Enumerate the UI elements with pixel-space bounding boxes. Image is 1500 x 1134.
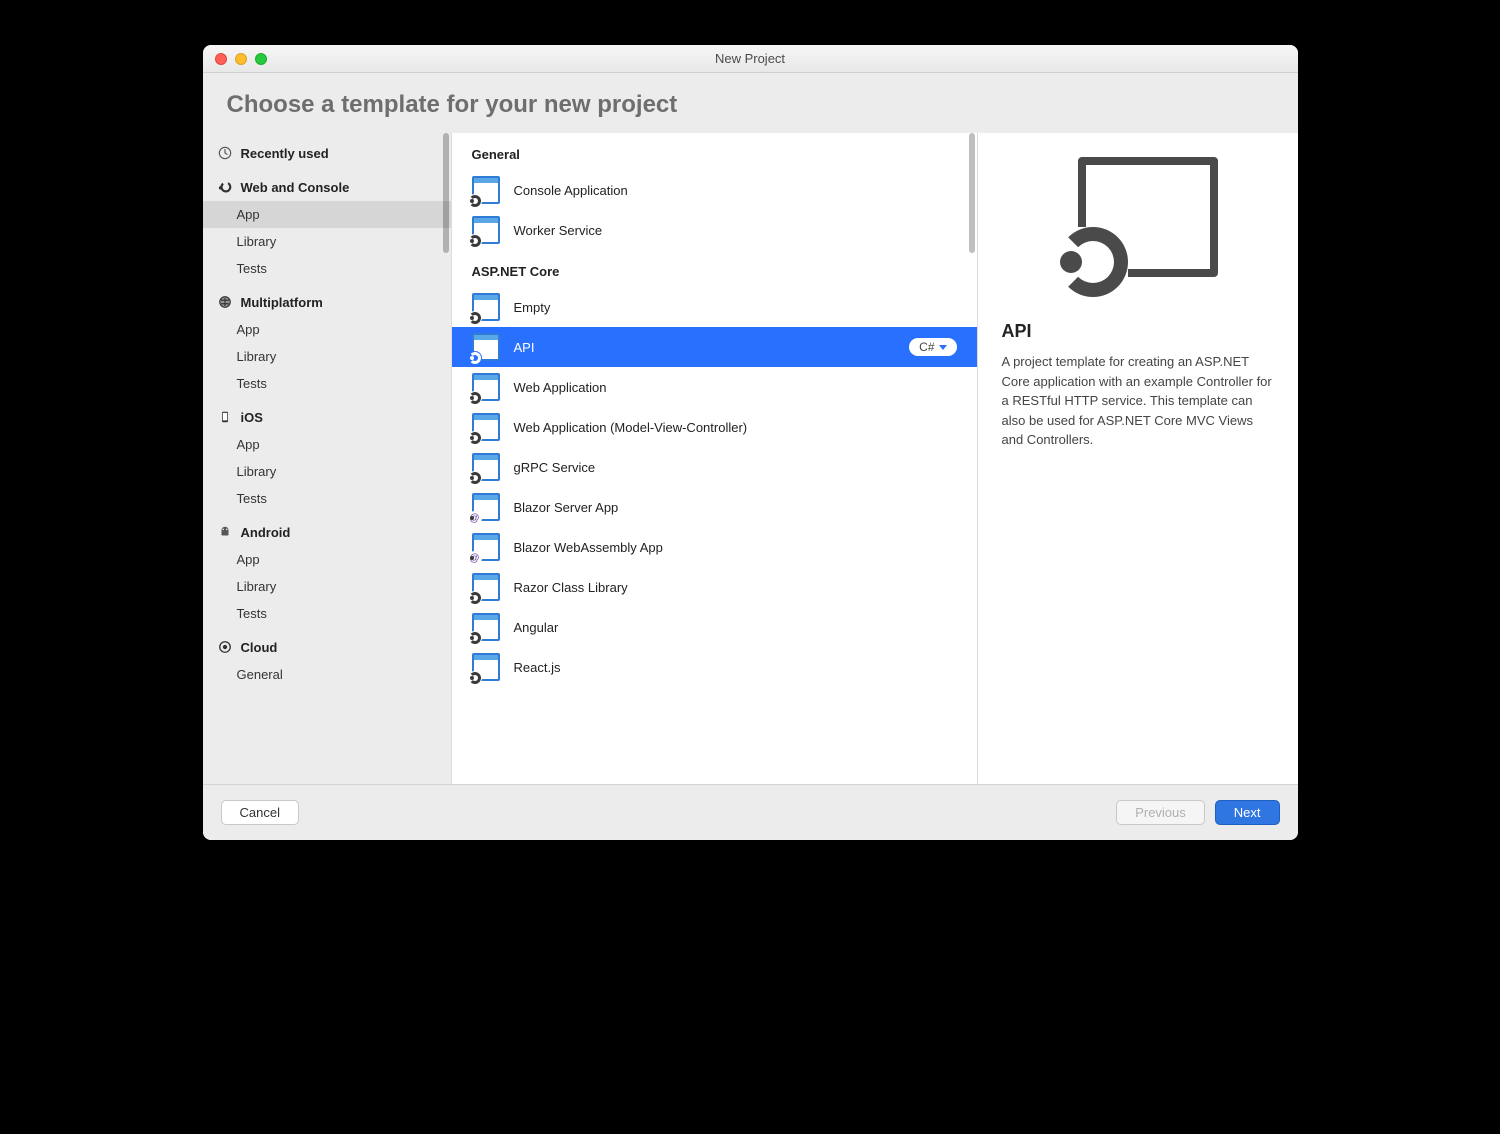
template-grpc-service[interactable]: gRPC Service <box>452 447 977 487</box>
cancel-button[interactable]: Cancel <box>221 800 299 825</box>
next-button[interactable]: Next <box>1215 800 1280 825</box>
template-reactjs[interactable]: React.js <box>452 647 977 687</box>
project-icon <box>472 453 500 481</box>
template-label: Empty <box>514 300 957 315</box>
template-label: Console Application <box>514 183 957 198</box>
template-list: General Console Application Worker Servi… <box>452 133 978 784</box>
sidebar-section-cloud[interactable]: Cloud <box>203 627 451 661</box>
sidebar-item-library[interactable]: Library <box>203 573 451 600</box>
project-icon <box>472 613 500 641</box>
new-project-dialog: New Project Choose a template for your n… <box>203 45 1298 840</box>
category-sidebar: Recently used Web and Console App Librar… <box>203 133 452 784</box>
close-window-button[interactable] <box>215 53 227 65</box>
multiplatform-icon <box>217 294 233 310</box>
template-empty[interactable]: Empty <box>452 287 977 327</box>
dialog-body: Recently used Web and Console App Librar… <box>203 133 1298 784</box>
template-worker-service[interactable]: Worker Service <box>452 210 977 250</box>
template-api[interactable]: API C# <box>452 327 977 367</box>
sidebar-item-general[interactable]: General <box>203 661 451 688</box>
language-label: C# <box>919 340 934 354</box>
phone-icon <box>217 409 233 425</box>
sidebar-item-tests[interactable]: Tests <box>203 485 451 512</box>
template-web-application[interactable]: Web Application <box>452 367 977 407</box>
dialog-footer: Cancel Previous Next <box>203 784 1298 840</box>
template-blazor-server[interactable]: @ Blazor Server App <box>452 487 977 527</box>
sidebar-recently-used[interactable]: Recently used <box>203 133 451 167</box>
template-label: gRPC Service <box>514 460 957 475</box>
window-controls <box>203 53 267 65</box>
sidebar-section-label: Cloud <box>241 640 278 655</box>
template-label: Angular <box>514 620 957 635</box>
sidebar-item-tests[interactable]: Tests <box>203 600 451 627</box>
previous-button[interactable]: Previous <box>1116 800 1205 825</box>
template-preview-icon <box>1048 157 1228 297</box>
chevron-down-icon <box>939 345 947 350</box>
sidebar-section-ios[interactable]: iOS <box>203 397 451 431</box>
sidebar-item-tests[interactable]: Tests <box>203 370 451 397</box>
template-label: Web Application <box>514 380 957 395</box>
sidebar-item-library[interactable]: Library <box>203 458 451 485</box>
detail-title: API <box>1002 321 1274 342</box>
template-label: React.js <box>514 660 957 675</box>
project-icon <box>472 293 500 321</box>
template-razor-class-library[interactable]: Razor Class Library <box>452 567 977 607</box>
blazor-icon: @ <box>472 533 500 561</box>
blazor-icon: @ <box>472 493 500 521</box>
window-title: New Project <box>203 51 1298 66</box>
detail-description: A project template for creating an ASP.N… <box>1002 352 1274 450</box>
project-icon <box>472 573 500 601</box>
sidebar-section-multiplatform[interactable]: Multiplatform <box>203 282 451 316</box>
template-scrollbar[interactable] <box>969 133 975 253</box>
sidebar-recently-used-label: Recently used <box>241 146 329 161</box>
sidebar-item-app[interactable]: App <box>203 546 451 573</box>
template-group-general: General <box>452 133 977 170</box>
template-label: Razor Class Library <box>514 580 957 595</box>
template-details: API A project template for creating an A… <box>978 133 1298 784</box>
project-icon <box>472 413 500 441</box>
dialog-header: Choose a template for your new project <box>203 73 1298 133</box>
project-icon <box>472 653 500 681</box>
page-heading: Choose a template for your new project <box>227 91 1274 119</box>
sidebar-scrollbar[interactable] <box>443 133 449 253</box>
sidebar-item-app[interactable]: App <box>203 431 451 458</box>
cloud-icon <box>217 639 233 655</box>
android-icon <box>217 524 233 540</box>
sidebar-item-app[interactable]: App <box>203 201 451 228</box>
sidebar-section-label: Android <box>241 525 291 540</box>
template-angular[interactable]: Angular <box>452 607 977 647</box>
template-label: Blazor WebAssembly App <box>514 540 957 555</box>
titlebar: New Project <box>203 45 1298 73</box>
sidebar-section-label: iOS <box>241 410 263 425</box>
template-console-application[interactable]: Console Application <box>452 170 977 210</box>
sidebar-item-tests[interactable]: Tests <box>203 255 451 282</box>
sidebar-item-library[interactable]: Library <box>203 228 451 255</box>
template-label: API <box>514 340 896 355</box>
project-icon <box>472 176 500 204</box>
language-selector[interactable]: C# <box>909 338 956 356</box>
sidebar-section-web-and-console[interactable]: Web and Console <box>203 167 451 201</box>
sidebar-section-label: Multiplatform <box>241 295 323 310</box>
template-web-application-mvc[interactable]: Web Application (Model-View-Controller) <box>452 407 977 447</box>
sidebar-section-android[interactable]: Android <box>203 512 451 546</box>
template-label: Blazor Server App <box>514 500 957 515</box>
template-label: Web Application (Model-View-Controller) <box>514 420 957 435</box>
dotnet-icon <box>217 179 233 195</box>
sidebar-item-library[interactable]: Library <box>203 343 451 370</box>
zoom-window-button[interactable] <box>255 53 267 65</box>
sidebar-section-label: Web and Console <box>241 180 350 195</box>
template-group-aspnet: ASP.NET Core <box>452 250 977 287</box>
project-icon <box>472 216 500 244</box>
template-label: Worker Service <box>514 223 957 238</box>
template-blazor-wasm[interactable]: @ Blazor WebAssembly App <box>452 527 977 567</box>
clock-icon <box>217 145 233 161</box>
minimize-window-button[interactable] <box>235 53 247 65</box>
project-icon <box>472 333 500 361</box>
sidebar-item-app[interactable]: App <box>203 316 451 343</box>
project-icon <box>472 373 500 401</box>
